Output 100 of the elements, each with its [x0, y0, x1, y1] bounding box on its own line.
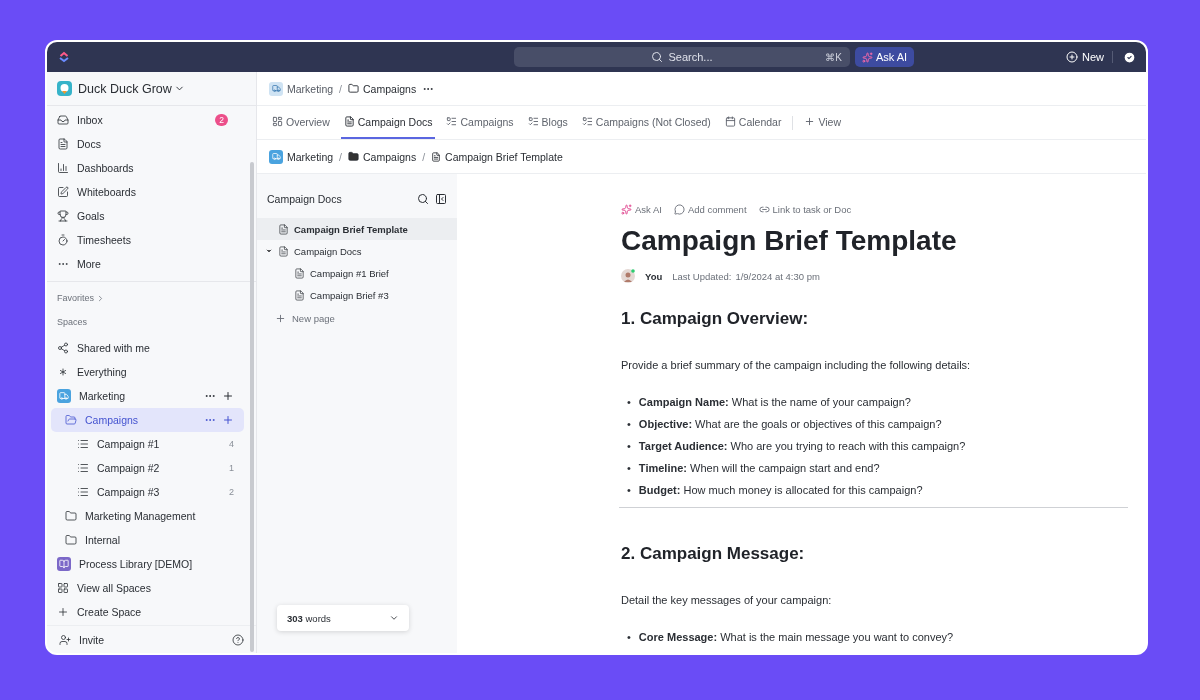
list-icon	[581, 116, 593, 127]
app-logo[interactable]	[57, 50, 71, 64]
search-icon	[651, 51, 664, 63]
sidebar-item[interactable]: Create Space	[51, 600, 244, 624]
document-icon	[343, 116, 355, 127]
folder-icon	[348, 83, 360, 94]
bullet-item: Budget: How much money is allocated for this campaign?	[638, 483, 923, 497]
new-button[interactable]: New	[1058, 51, 1113, 63]
view-tab[interactable]: Campaigns (Not Closed)	[578, 106, 714, 139]
document-icon	[278, 223, 289, 235]
folder-icon	[65, 414, 77, 426]
nav-item[interactable]: Whiteboards	[51, 180, 244, 204]
doc-page-item[interactable]: Campaign Docs	[257, 240, 457, 262]
list-icon	[77, 462, 89, 474]
invite-link[interactable]: Invite	[79, 633, 224, 646]
workspace-name[interactable]: Duck Duck Grow	[78, 81, 185, 96]
bullet-marker: •	[627, 395, 631, 409]
breadcrumb-separator: /	[422, 150, 426, 163]
workspace-avatar	[57, 81, 72, 96]
timer-icon	[57, 234, 69, 246]
plus-icon[interactable]	[222, 390, 234, 402]
list-icon	[77, 438, 89, 450]
search-icon[interactable]	[417, 193, 429, 205]
caret-icon[interactable]	[265, 247, 273, 255]
paragraph: Provide a brief summary of the campaign including the following details:	[621, 359, 972, 371]
breadcrumb-link[interactable]: Marketing	[269, 81, 334, 96]
paragraph: Detail the key messages of your campaign:	[621, 594, 833, 606]
nav-item[interactable]: More	[51, 252, 244, 276]
sidebar-item[interactable]: View all Spaces	[51, 576, 244, 600]
favorites-heading[interactable]: Favorites	[47, 286, 256, 310]
nav-item[interactable]: Timesheets	[51, 228, 244, 252]
sparkle-icon	[862, 51, 873, 63]
section-heading: 1. Campaign Overview:	[621, 309, 810, 329]
document-icon	[278, 245, 289, 257]
bullet-marker: •	[627, 483, 631, 497]
nav-item[interactable]: Inbox 2	[51, 108, 244, 132]
sidebar-item[interactable]: Process Library [DEMO]	[51, 552, 244, 576]
view-tab[interactable]: Blogs	[524, 106, 571, 139]
panel-title: Campaign Docs	[267, 193, 342, 205]
view-tab[interactable]: Overview	[269, 106, 333, 139]
chevron-icon	[389, 613, 399, 623]
sidebar-item[interactable]: Campaign #1 4	[51, 432, 244, 456]
view-tab[interactable]: Campaign Docs	[340, 106, 436, 139]
plus-icon	[804, 116, 816, 127]
bullet-item: Campaign Name: What is the name of your campaign?	[638, 395, 911, 409]
user-avatar	[621, 269, 635, 283]
sidebar-item[interactable]: Campaign #2 1	[51, 456, 244, 480]
share-icon	[57, 342, 69, 354]
sidebar-item[interactable]: Marketing	[51, 384, 244, 408]
bullet-marker: •	[627, 417, 631, 431]
asterisk-icon	[57, 366, 69, 378]
sidebar-item[interactable]: Campaigns	[51, 408, 244, 432]
new-page-button[interactable]: New page	[257, 306, 457, 330]
sidebar-item[interactable]: Internal	[51, 528, 244, 552]
sidebar-item[interactable]: Everything	[51, 360, 244, 384]
inbox-icon	[57, 114, 69, 126]
chart-icon	[57, 162, 69, 174]
nav-item[interactable]: Dashboards	[51, 156, 244, 180]
grid-icon	[57, 582, 69, 594]
breadcrumb-link[interactable]: Marketing	[269, 149, 334, 164]
breadcrumb-link[interactable]: Campaigns	[348, 150, 417, 163]
folder-icon	[65, 534, 77, 546]
doc-page-item[interactable]: Campaign Brief #3	[257, 284, 457, 306]
help-icon[interactable]	[232, 633, 244, 646]
view-tab[interactable]: Campaigns	[443, 106, 517, 139]
word-count-dropdown[interactable]: 303 words	[277, 605, 409, 631]
sidebar-item[interactable]: Shared with me	[51, 336, 244, 360]
bullet-marker: •	[627, 439, 631, 453]
sidebar-item[interactable]: Campaign #3 2	[51, 480, 244, 504]
sidebar-item[interactable]: Marketing Management	[51, 504, 244, 528]
link-icon	[758, 204, 770, 215]
section-heading: 2. Campaign Message:	[621, 544, 806, 564]
ask-ai-button[interactable]: Ask AI	[855, 47, 915, 67]
plus-icon[interactable]	[222, 414, 234, 426]
calendar-icon	[724, 116, 736, 127]
view-tab[interactable]: View	[801, 106, 845, 139]
check-icon[interactable]	[1123, 50, 1136, 64]
doc-action-button[interactable]: Add comment	[673, 204, 747, 215]
search-field[interactable]: Search... ⌘K	[514, 47, 850, 67]
count-badge: 2	[215, 114, 228, 126]
list-icon	[77, 486, 89, 498]
folder-icon	[65, 510, 77, 522]
nav-item[interactable]: Docs	[51, 132, 244, 156]
doc-page-item[interactable]: Campaign #1 Brief	[257, 262, 457, 284]
comment-icon	[673, 204, 685, 215]
doc-page-item[interactable]: Campaign Brief Template	[257, 218, 457, 240]
shortcut-hint: ⌘K	[825, 51, 842, 63]
doc-title: Campaign Brief Template	[621, 225, 958, 257]
whiteboard-icon	[57, 186, 69, 198]
spaces-heading: Spaces	[56, 316, 89, 329]
nav-item[interactable]: Goals	[51, 204, 244, 228]
doc-action-button[interactable]: Ask AI	[621, 204, 662, 215]
breadcrumb-link[interactable]: Campaigns	[348, 82, 417, 95]
truck-icon	[269, 149, 283, 164]
breadcrumb-link[interactable]: Campaign Brief Template	[431, 150, 563, 163]
collapse-icon[interactable]	[435, 193, 447, 205]
scrollbar[interactable]	[250, 162, 254, 652]
doc-action-button[interactable]: Link to task or Doc	[758, 204, 852, 215]
breadcrumb-separator: /	[339, 150, 343, 163]
view-tab[interactable]: Calendar	[721, 106, 785, 139]
